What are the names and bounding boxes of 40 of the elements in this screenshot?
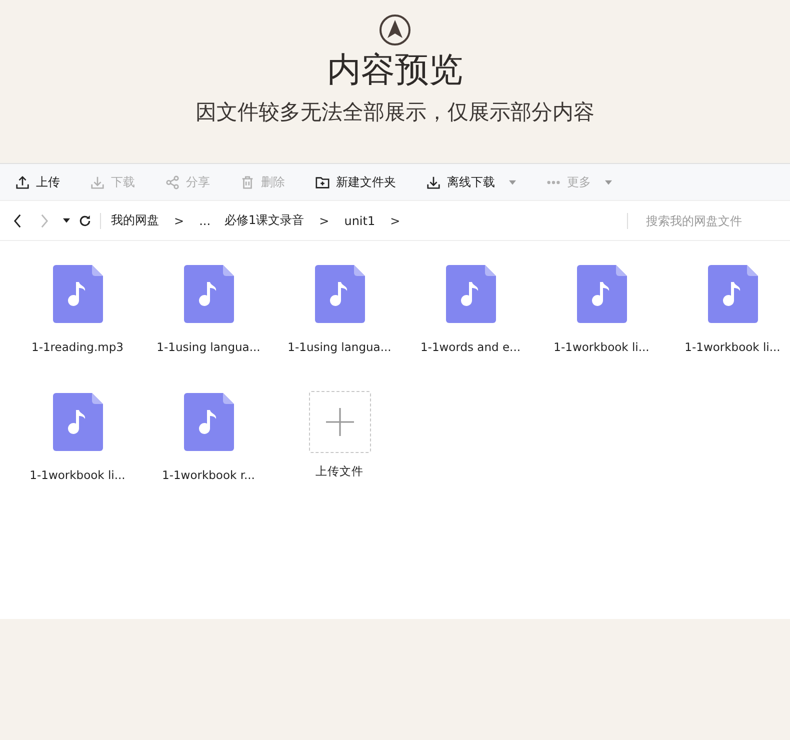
folder-plus-icon <box>315 174 330 190</box>
back-button[interactable] <box>13 214 22 228</box>
file-name[interactable]: 1-1words and e... <box>420 340 521 354</box>
breadcrumb-separator: > <box>318 214 330 228</box>
share-icon <box>165 174 180 190</box>
toolbar-button[interactable]: 新建文件夹 <box>315 174 396 190</box>
breadcrumb-link[interactable]: 必修1课文录音 <box>224 212 304 229</box>
download-icon <box>90 174 105 190</box>
music-file-icon[interactable] <box>52 393 102 451</box>
music-file-icon[interactable] <box>52 265 102 323</box>
file-name[interactable]: 1-1workbook r... <box>162 468 255 482</box>
file-name[interactable]: 1-1using langua... <box>288 340 392 354</box>
search-field[interactable]: 搜索我的网盘文件 <box>644 212 778 228</box>
upload-icon <box>15 174 30 190</box>
breadcrumb-separator: > <box>389 214 402 228</box>
add-file-button[interactable] <box>308 391 370 453</box>
breadcrumb-link[interactable]: unit1 <box>344 214 376 228</box>
file-name[interactable]: 1-1reading.mp3 <box>32 340 124 354</box>
file-name[interactable]: 1-1workbook li... <box>684 340 780 354</box>
download-icon <box>426 174 441 190</box>
file-name[interactable]: 1-1using langua... <box>156 340 260 354</box>
page-subtitle: 因文件较多无法全部展示，仅展示部分内容 <box>196 99 594 126</box>
breadcrumb-separator: > <box>173 214 186 228</box>
file-name[interactable]: 1-1workbook li... <box>30 468 126 482</box>
file-name[interactable]: 上传文件 <box>316 464 364 479</box>
file-name[interactable]: 1-1workbook li... <box>554 340 650 354</box>
music-file-icon[interactable] <box>314 265 364 323</box>
trash-icon <box>240 174 255 190</box>
page-title: 内容预览 <box>327 49 463 92</box>
music-file-icon[interactable] <box>708 265 758 323</box>
toolbar-button[interactable]: 离线下载 <box>426 174 516 190</box>
breadcrumb-link[interactable]: 我的网盘 <box>111 212 159 229</box>
breadcrumb-link[interactable]: ... <box>199 214 211 228</box>
music-file-icon[interactable] <box>184 265 234 323</box>
music-file-icon[interactable] <box>446 265 496 323</box>
toolbar-button[interactable]: 上传 <box>15 174 60 190</box>
music-file-icon[interactable] <box>184 393 234 451</box>
caret-icon[interactable] <box>63 218 70 223</box>
refresh-icon[interactable] <box>78 214 92 228</box>
music-file-icon[interactable] <box>576 265 626 323</box>
